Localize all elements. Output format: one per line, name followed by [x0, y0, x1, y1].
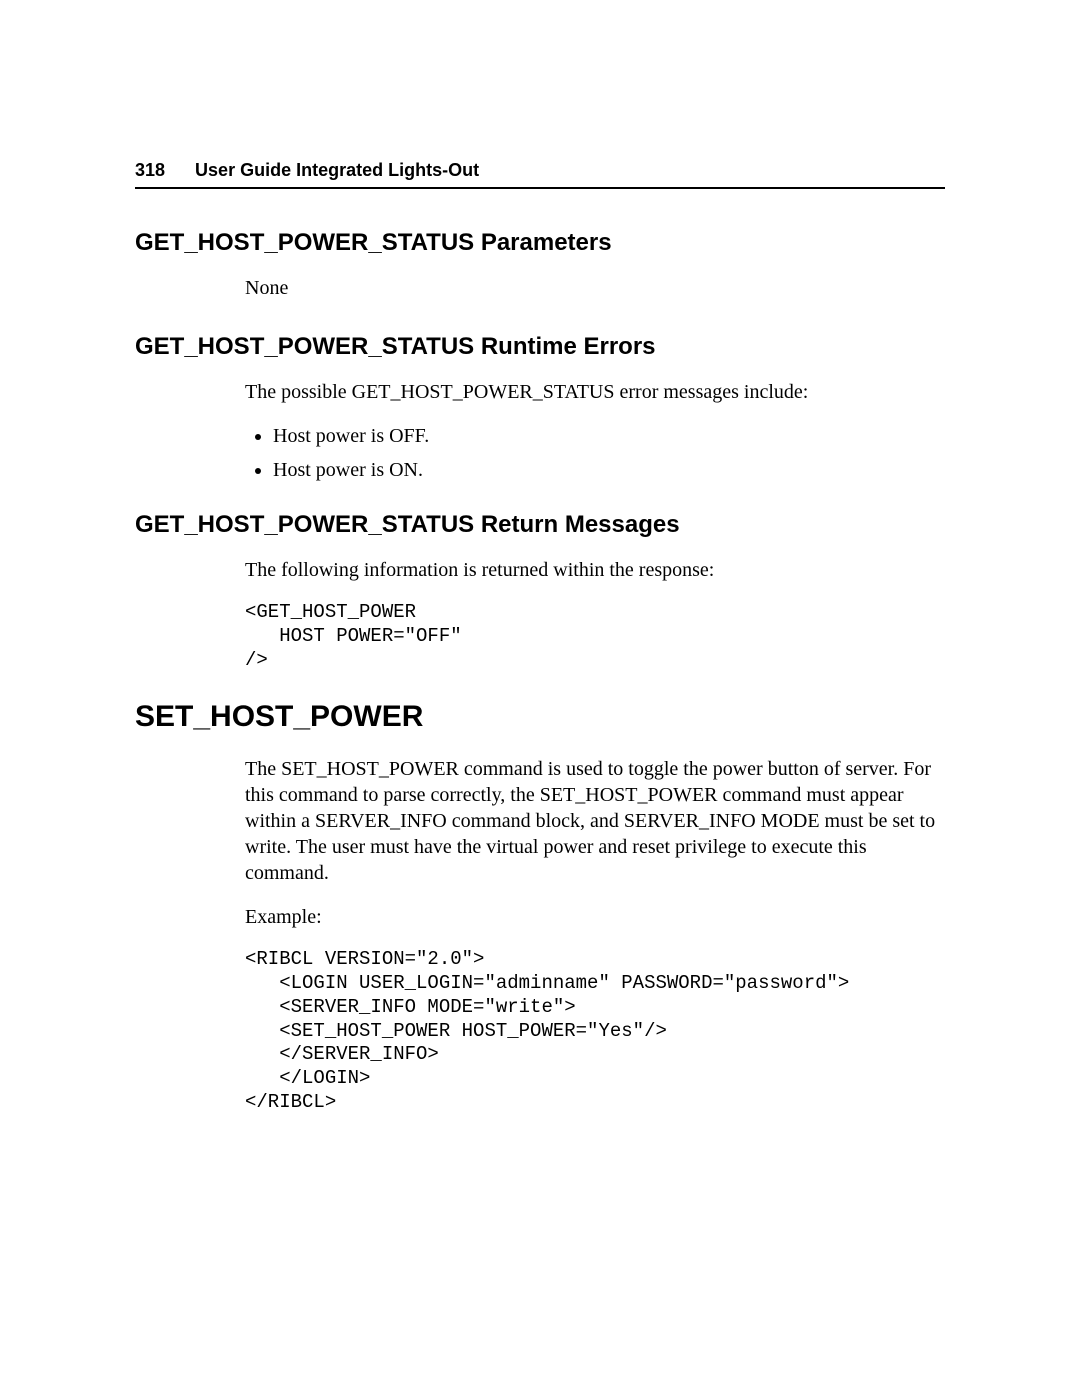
parameters-body: None: [245, 275, 945, 301]
set-host-power-body: The SET_HOST_POWER command is used to to…: [245, 756, 945, 1114]
heading-return-messages: GET_HOST_POWER_STATUS Return Messages: [135, 511, 945, 539]
runtime-errors-intro: The possible GET_HOST_POWER_STATUS error…: [245, 379, 945, 405]
list-item: Host power is ON.: [273, 457, 945, 483]
page-number: 318: [135, 160, 165, 181]
list-item: Host power is OFF.: [273, 423, 945, 449]
header-title: User Guide Integrated Lights-Out: [195, 160, 479, 181]
set-host-power-text: The SET_HOST_POWER command is used to to…: [245, 756, 945, 886]
heading-runtime-errors: GET_HOST_POWER_STATUS Runtime Errors: [135, 333, 945, 361]
return-messages-body: The following information is returned wi…: [245, 557, 945, 672]
set-host-power-code: <RIBCL VERSION="2.0"> <LOGIN USER_LOGIN=…: [245, 948, 945, 1114]
heading-parameters: GET_HOST_POWER_STATUS Parameters: [135, 229, 945, 257]
return-messages-code: <GET_HOST_POWER HOST POWER="OFF" />: [245, 601, 945, 672]
parameters-text: None: [245, 275, 945, 301]
page-header: 318 User Guide Integrated Lights-Out: [135, 160, 945, 189]
runtime-errors-list: Host power is OFF. Host power is ON.: [245, 423, 945, 483]
document-page: 318 User Guide Integrated Lights-Out GET…: [0, 0, 1080, 1239]
runtime-errors-body: The possible GET_HOST_POWER_STATUS error…: [245, 379, 945, 483]
heading-set-host-power: SET_HOST_POWER: [135, 700, 945, 734]
example-label: Example:: [245, 904, 945, 930]
return-messages-intro: The following information is returned wi…: [245, 557, 945, 583]
